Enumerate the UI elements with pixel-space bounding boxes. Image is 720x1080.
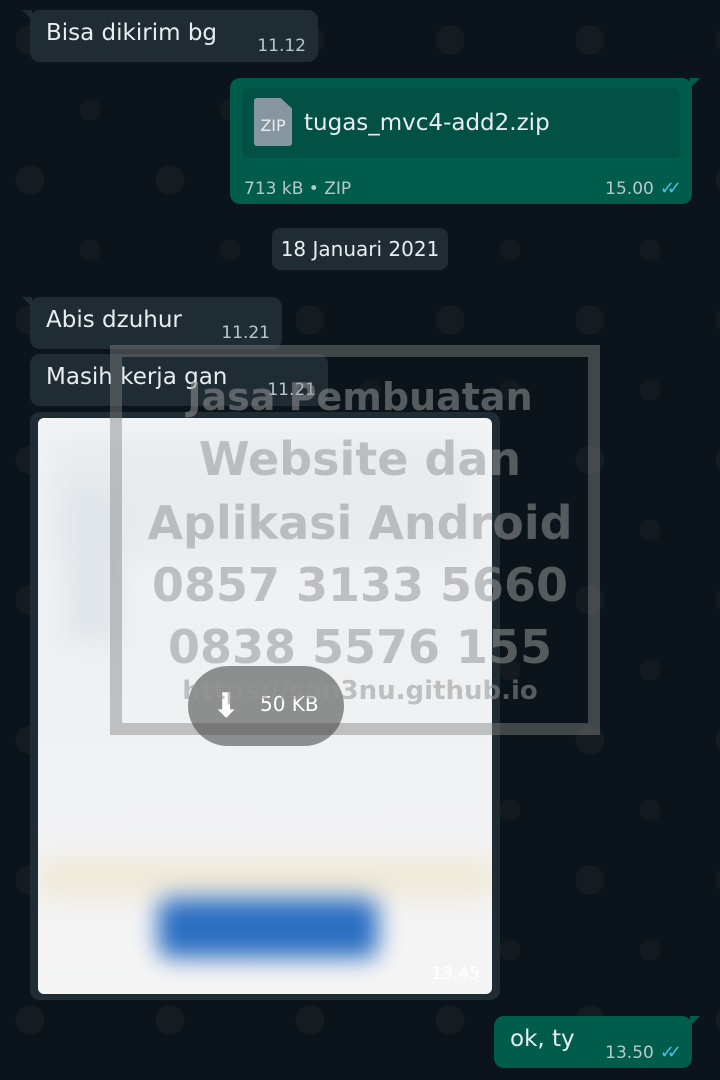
message-bubble-incoming[interactable]: Abis dzuhur 11.21: [22, 297, 282, 349]
message-time: 13.45: [431, 964, 480, 984]
message-time: 15.00: [605, 179, 654, 199]
file-meta: 713 kB • ZIP: [244, 179, 352, 199]
message-text: ok, ty: [510, 1026, 575, 1052]
double-check-icon: ✓✓: [659, 1042, 682, 1063]
message-bubble-incoming[interactable]: Bisa dikirim bg 11.12: [22, 10, 318, 62]
watermark-text: Jasa Pembuatan: [187, 375, 533, 419]
file-attachment[interactable]: ZIP tugas_mvc4-add2.zip: [242, 88, 680, 158]
message-time: 11.12: [257, 36, 306, 56]
blurred-content: [38, 858, 492, 898]
message-text: Abis dzuhur: [46, 307, 182, 333]
watermark-text: 0838 5576 155: [167, 620, 553, 674]
zip-file-icon: ZIP: [254, 98, 292, 146]
message-bubble-outgoing-file[interactable]: ZIP tugas_mvc4-add2.zip 713 kB • ZIP 15.…: [230, 78, 700, 204]
message-time-with-status: 13.50 ✓✓: [605, 1038, 682, 1068]
message-time: 13.50: [605, 1043, 654, 1063]
date-separator: 18 Januari 2021: [272, 228, 448, 270]
watermark-text: 0857 3133 5660: [151, 558, 569, 612]
watermark-text: Aplikasi Android: [147, 496, 573, 550]
message-text: Bisa dikirim bg: [46, 20, 218, 46]
blurred-button: [158, 898, 378, 958]
file-name: tugas_mvc4-add2.zip: [304, 110, 550, 136]
message-bubble-outgoing[interactable]: ok, ty 13.50 ✓✓: [494, 1016, 700, 1068]
watermark-text: https://san3nu.github.io: [182, 676, 538, 706]
message-time-with-status: 15.00 ✓✓: [605, 174, 682, 204]
watermark-text: Website dan: [198, 432, 522, 486]
message-time: 11.21: [221, 323, 270, 343]
double-check-icon: ✓✓: [659, 178, 682, 199]
